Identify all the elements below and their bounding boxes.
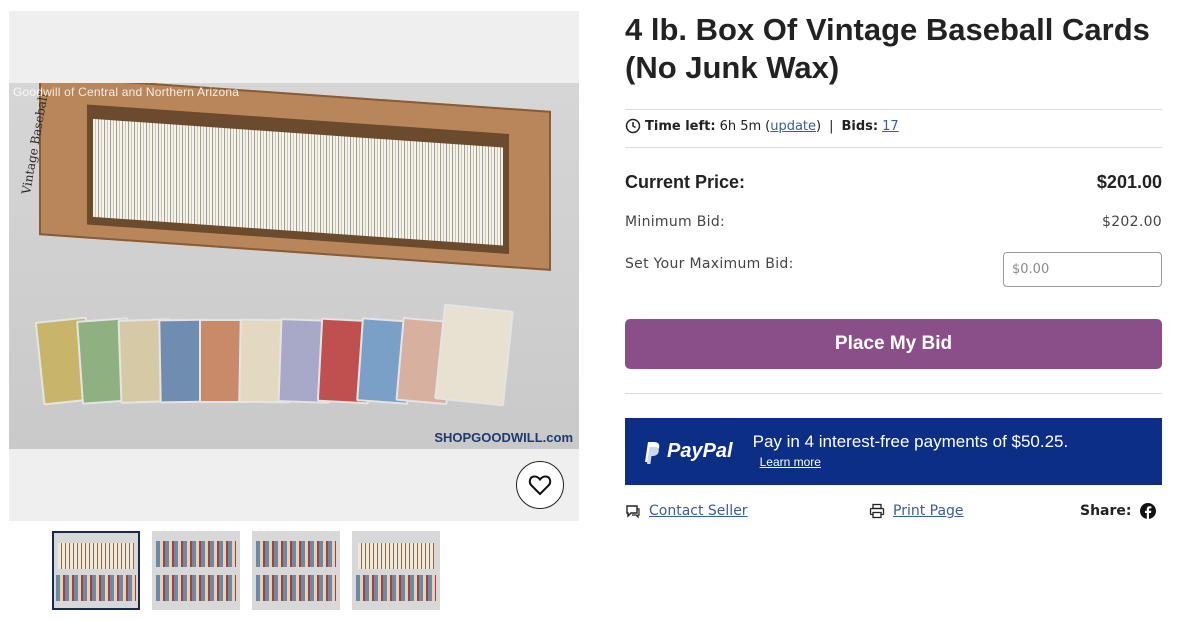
thumbnail-2[interactable]: [152, 531, 240, 610]
max-bid-row: Set Your Maximum Bid:: [625, 252, 1162, 287]
paypal-icon: [645, 441, 660, 464]
minimum-bid-label: Minimum Bid:: [625, 214, 726, 230]
heart-icon: [528, 475, 552, 496]
printer-icon: [869, 503, 885, 519]
chat-icon: [626, 505, 640, 519]
paypal-logo-text: PayPal: [667, 440, 733, 462]
contact-seller-action[interactable]: Contact Seller: [625, 503, 748, 519]
thumbnail-4[interactable]: [352, 531, 440, 610]
max-bid-label: Set Your Maximum Bid:: [625, 256, 794, 272]
listing-title: 4 lb. Box Of Vintage Baseball Cards (No …: [625, 12, 1150, 85]
update-link[interactable]: update: [770, 119, 816, 134]
place-bid-button[interactable]: Place My Bid: [625, 319, 1162, 369]
separator: |: [829, 118, 834, 134]
bids-label: Bids:: [841, 118, 879, 134]
print-page-action[interactable]: Print Page: [869, 503, 964, 519]
favorite-button[interactable]: [516, 461, 564, 509]
image-watermark: Goodwill of Central and Northern Arizona: [13, 85, 240, 99]
share-label: Share:: [1080, 503, 1132, 519]
divider: [625, 109, 1162, 110]
share-action: Share:: [1080, 503, 1156, 519]
main-product-image[interactable]: Vintage Baseball Goodwill of Central and…: [9, 11, 579, 521]
cardboard-box: [39, 83, 551, 271]
facebook-icon[interactable]: [1139, 503, 1156, 519]
divider: [625, 393, 1162, 394]
contact-seller-link[interactable]: Contact Seller: [649, 503, 748, 519]
minimum-bid-value: $202.00: [1102, 214, 1162, 230]
fanned-cards: [34, 293, 539, 407]
divider: [625, 147, 1162, 148]
bids-count-link[interactable]: 17: [882, 119, 899, 134]
current-price-label: Current Price:: [625, 172, 746, 192]
current-price-row: Current Price: $201.00: [625, 172, 1162, 193]
current-price-value: $201.00: [1096, 172, 1162, 192]
clock-icon: [625, 118, 641, 134]
paypal-learn-more-link[interactable]: Learn more: [760, 455, 821, 469]
time-left-label: Time left:: [645, 118, 716, 134]
product-photo: Vintage Baseball Goodwill of Central and…: [9, 83, 579, 449]
max-bid-input[interactable]: [1003, 252, 1162, 287]
time-left-value: 6h 5m: [719, 118, 762, 134]
action-bar: Contact Seller Print Page Share:: [625, 503, 1162, 523]
print-page-link[interactable]: Print Page: [893, 503, 964, 519]
minimum-bid-row: Minimum Bid: $202.00: [625, 214, 1162, 230]
paypal-banner: PayPal Pay in 4 interest-free payments o…: [625, 418, 1162, 485]
thumbnail-1[interactable]: [52, 531, 140, 610]
time-left-bar: Time left: 6h 5m (update) | Bids: 17: [625, 118, 899, 134]
shopgoodwill-logo: SHOPGOODWILL.com: [434, 430, 573, 445]
paypal-message: Pay in 4 interest-free payments of $50.2…: [752, 432, 1069, 451]
thumbnail-3[interactable]: [252, 531, 340, 610]
thumbnail-strip: [52, 531, 440, 610]
